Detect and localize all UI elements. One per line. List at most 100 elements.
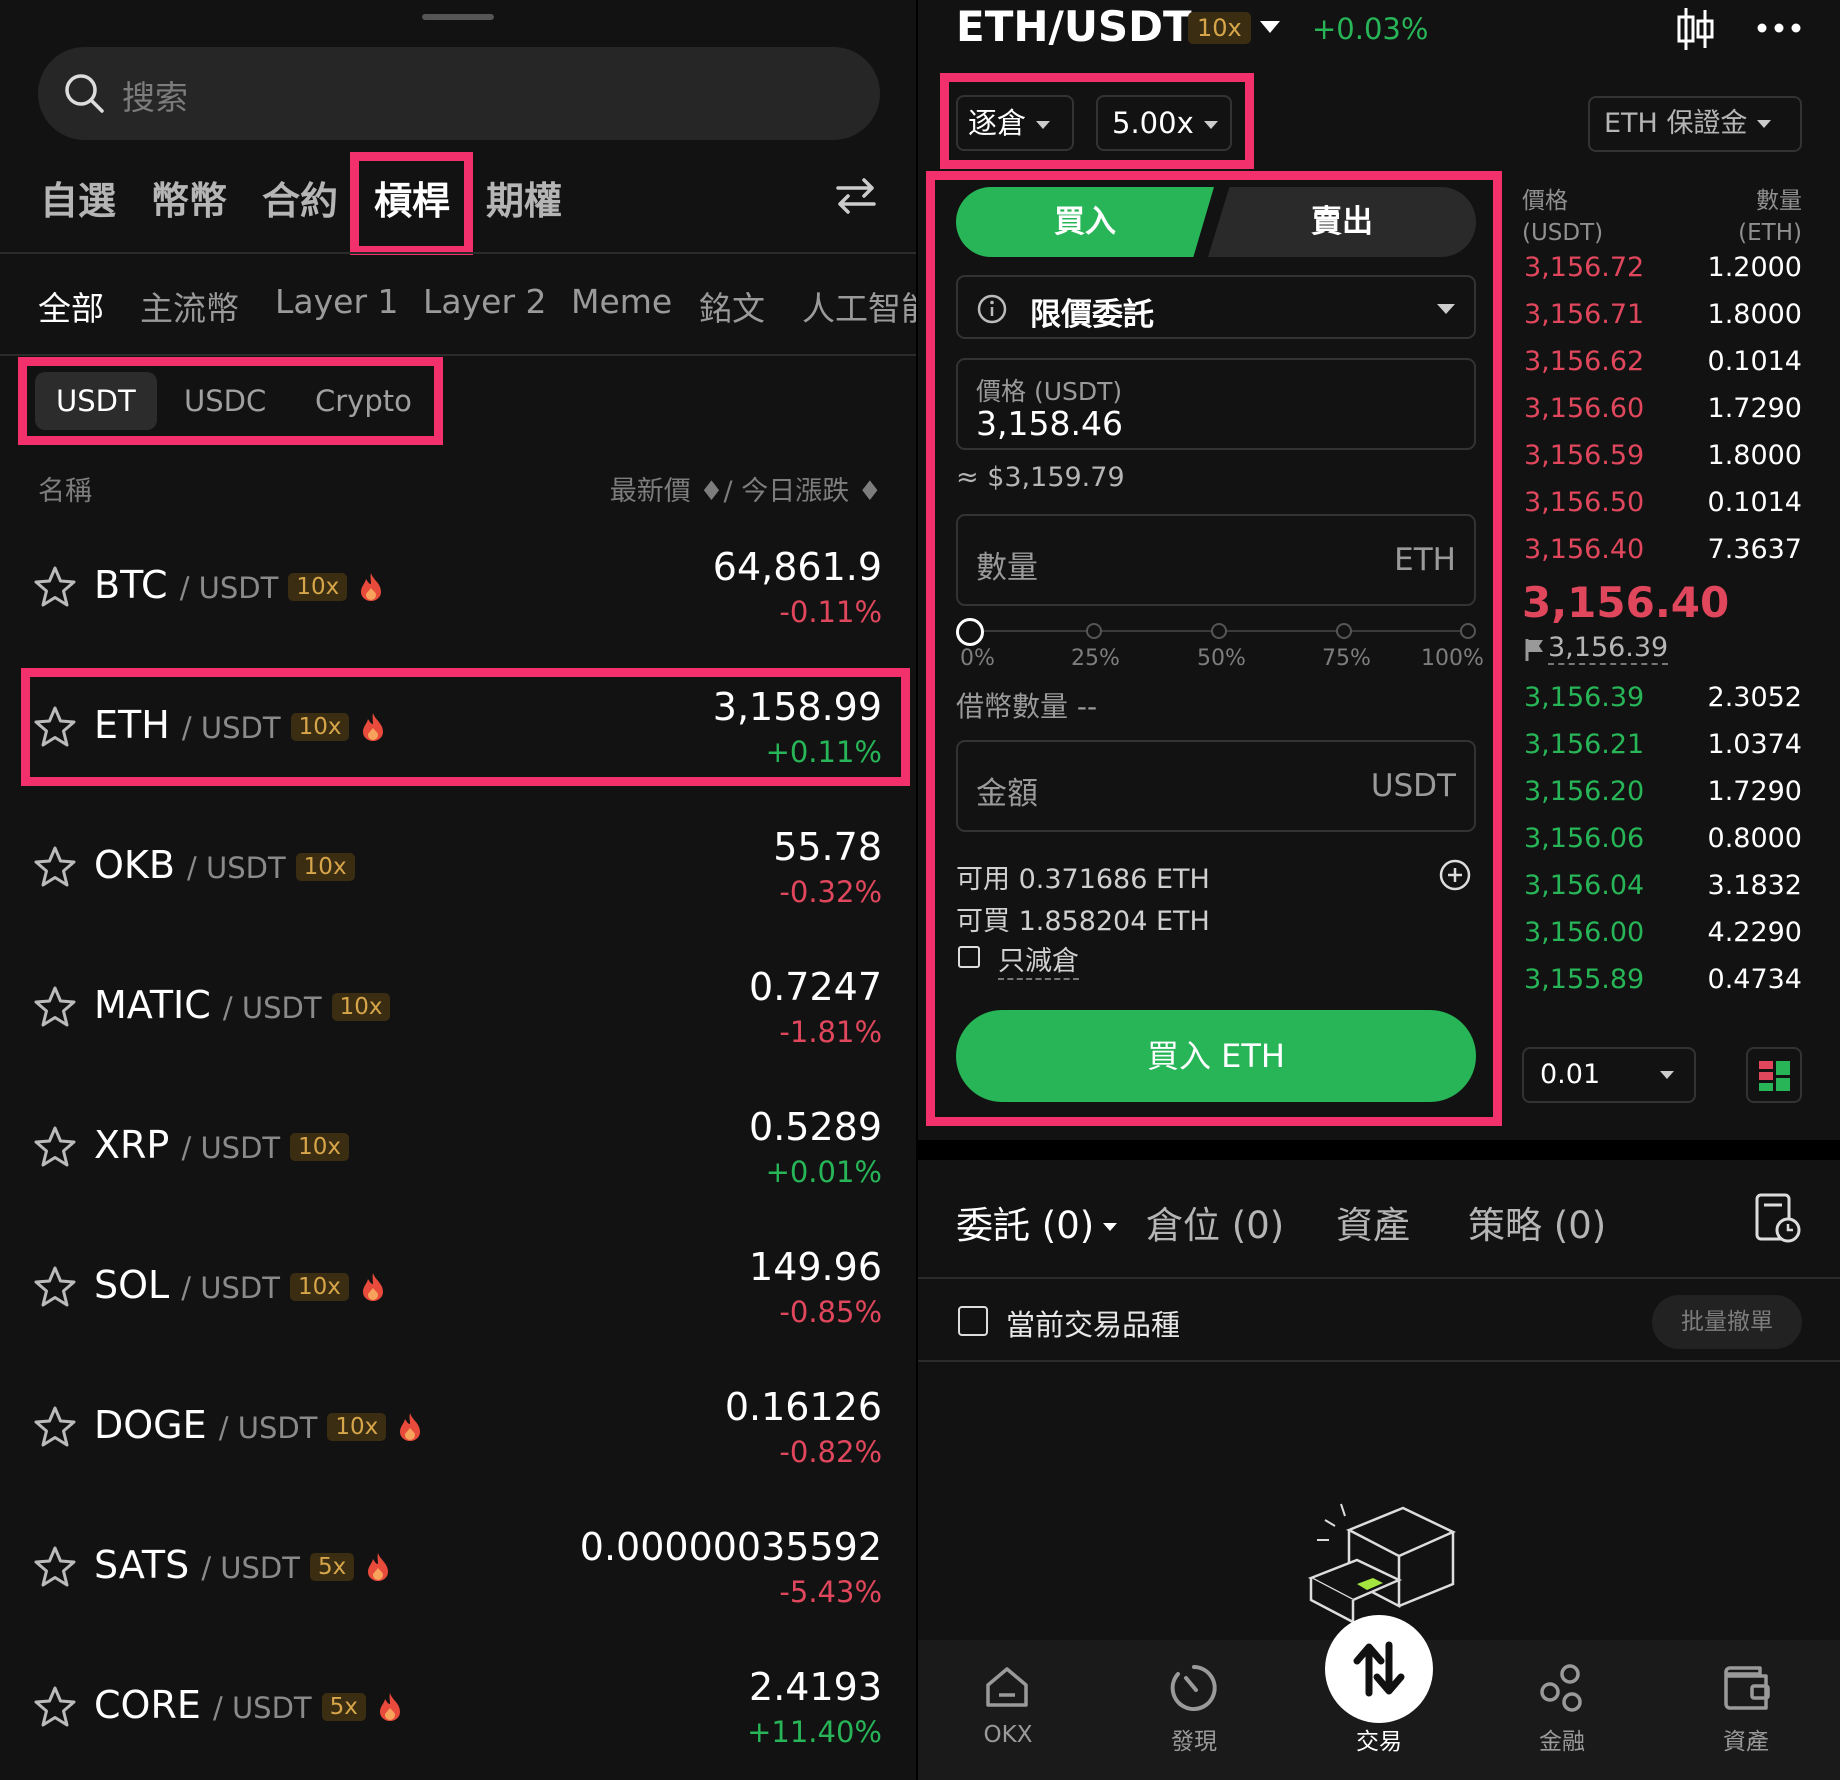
star-icon[interactable]	[32, 845, 78, 893]
nav-trade[interactable]: 交易	[1289, 1722, 1469, 1756]
orderbook-qty[interactable]: 0.8000	[1708, 823, 1802, 854]
last-price: 55.78	[773, 825, 882, 869]
orderbook-qty[interactable]: 0.1014	[1708, 487, 1802, 518]
layout-grid-icon	[1759, 1061, 1790, 1091]
tab-contracts[interactable]: 合約	[262, 170, 338, 225]
tab-watchlist[interactable]: 自選	[40, 170, 116, 225]
orderbook-qty[interactable]: 1.8000	[1708, 299, 1802, 330]
orderbook-qty[interactable]: 4.2290	[1708, 917, 1802, 948]
market-row-xrp[interactable]: XRP / USDT 10x 0.5289 +0.01%	[0, 1085, 916, 1225]
current-pair-checkbox[interactable]	[958, 1306, 988, 1336]
subtab-layer1[interactable]: Layer 1	[275, 282, 399, 321]
orderbook-price[interactable]: 3,156.00	[1524, 917, 1644, 948]
candlestick-chart-icon[interactable]	[1674, 6, 1716, 52]
quote-symbol: / USDT	[218, 1411, 318, 1445]
more-icon[interactable]	[1756, 22, 1802, 34]
orderbook-price[interactable]: 3,156.04	[1524, 870, 1644, 901]
nav-okx[interactable]: OKX	[918, 1722, 1098, 1748]
market-row-sats[interactable]: SATS / USDT 5x 0.00000035592 -5.43%	[0, 1505, 916, 1645]
subtab-layer2[interactable]: Layer 2	[423, 282, 547, 321]
orderbook-qty[interactable]: 1.7290	[1708, 393, 1802, 424]
nav-assets[interactable]: 資產	[1656, 1722, 1836, 1756]
orderbook-qty[interactable]: 7.3637	[1708, 534, 1802, 565]
orderbook-price[interactable]: 3,156.21	[1524, 729, 1644, 760]
star-icon[interactable]	[32, 1545, 78, 1593]
tab-spot[interactable]: 幣幣	[151, 170, 227, 225]
orderbook-qty[interactable]: 0.4734	[1708, 964, 1802, 995]
orderbook-price[interactable]: 3,156.62	[1524, 346, 1644, 377]
orderbook-price[interactable]: 3,155.89	[1524, 964, 1644, 995]
nav-finance[interactable]: 金融	[1472, 1722, 1652, 1756]
base-symbol: CORE	[94, 1683, 201, 1727]
mark-price[interactable]: 3,156.39	[1548, 632, 1669, 665]
orderbook-price[interactable]: 3,156.20	[1524, 776, 1644, 807]
order-history-icon[interactable]	[1754, 1192, 1802, 1244]
orderbook-layout-button[interactable]	[1746, 1047, 1802, 1103]
daily-change: -1.81%	[779, 1015, 882, 1049]
orderbook-price[interactable]: 3,156.59	[1524, 440, 1644, 471]
orderbook-price[interactable]: 3,156.06	[1524, 823, 1644, 854]
orderbook-price[interactable]: 3,156.40	[1524, 534, 1644, 565]
tab-options[interactable]: 期權	[486, 170, 562, 225]
nav-discover[interactable]: 發現	[1104, 1722, 1284, 1756]
star-icon[interactable]	[32, 985, 78, 1033]
orderbook-qty[interactable]: 1.2000	[1708, 252, 1802, 283]
pair-dropdown-icon[interactable]	[1258, 18, 1282, 36]
drag-handle[interactable]	[422, 14, 494, 20]
tab-positions[interactable]: 倉位 (0)	[1146, 1195, 1284, 1249]
orderbook-qty[interactable]: 1.8000	[1708, 440, 1802, 471]
depth-step-select[interactable]: 0.01	[1522, 1047, 1696, 1103]
quote-symbol: / USDT	[181, 1131, 281, 1165]
pair-symbol: SOL / USDT 10x	[94, 1263, 385, 1311]
orderbook-price[interactable]: 3,156.72	[1524, 252, 1644, 283]
subtab-mainstream[interactable]: 主流幣	[140, 282, 239, 330]
home-icon[interactable]	[984, 1665, 1030, 1709]
swap-arrows-icon[interactable]	[834, 174, 878, 218]
orderbook-price[interactable]: 3,156.50	[1524, 487, 1644, 518]
star-icon[interactable]	[32, 1125, 78, 1173]
orderbook-qty[interactable]: 1.7290	[1708, 776, 1802, 807]
orderbook-qty[interactable]: 2.3052	[1708, 682, 1802, 713]
star-icon[interactable]	[32, 1685, 78, 1733]
orderbook-price[interactable]: 3,156.60	[1524, 393, 1644, 424]
finance-icon[interactable]	[1538, 1662, 1586, 1714]
market-row-sol[interactable]: SOL / USDT 10x 149.96 -0.85%	[0, 1225, 916, 1365]
market-row-okb[interactable]: OKB / USDT 10x 55.78 -0.32%	[0, 805, 916, 945]
market-row-core[interactable]: CORE / USDT 5x 2.4193 +11.40%	[0, 1645, 916, 1780]
market-row-doge[interactable]: DOGE / USDT 10x 0.16126 -0.82%	[0, 1365, 916, 1505]
leverage-badge: 10x	[331, 993, 391, 1021]
orderbook-price[interactable]: 3,156.39	[1524, 682, 1644, 713]
orderbook-qty[interactable]: 3.1832	[1708, 870, 1802, 901]
base-symbol: SATS	[94, 1543, 190, 1587]
fire-icon	[359, 567, 383, 611]
subtab-all[interactable]: 全部	[38, 282, 104, 330]
current-pair-label[interactable]: 當前交易品種	[1006, 1302, 1180, 1344]
subtab-meme[interactable]: Meme	[571, 282, 672, 321]
orderbook-qty[interactable]: 1.0374	[1708, 729, 1802, 760]
star-icon[interactable]	[32, 1405, 78, 1453]
tab-orders[interactable]: 委託 (0)	[956, 1195, 1118, 1249]
discover-icon[interactable]	[1168, 1662, 1220, 1714]
tab-strategies[interactable]: 策略 (0)	[1468, 1195, 1606, 1249]
pair-title[interactable]: ETH/USDT	[956, 2, 1192, 51]
daily-change: -0.11%	[779, 595, 882, 629]
column-header-sort[interactable]: 最新價 ♦/ 今日漲跌 ♦	[610, 469, 882, 508]
orderbook-qty[interactable]: 0.1014	[1708, 346, 1802, 377]
orderbook-price[interactable]: 3,156.71	[1524, 299, 1644, 330]
wallet-icon[interactable]	[1720, 1664, 1772, 1712]
leverage-badge: 5x	[309, 1553, 355, 1581]
search-bar[interactable]: 搜索	[38, 47, 880, 140]
last-price: 64,861.9	[712, 545, 882, 589]
market-row-matic[interactable]: MATIC / USDT 10x 0.7247 -1.81%	[0, 945, 916, 1085]
market-row-btc[interactable]: BTC / USDT 10x 64,861.9 -0.11%	[0, 525, 916, 665]
base-symbol: MATIC	[94, 983, 211, 1027]
star-icon[interactable]	[32, 1265, 78, 1313]
subtab-ai[interactable]: 人工智能	[802, 282, 916, 330]
subtab-inscriptions[interactable]: 銘文	[699, 282, 765, 330]
trade-nav-button[interactable]	[1325, 1615, 1433, 1723]
margin-asset-select[interactable]: ETH 保證金	[1588, 96, 1802, 152]
last-price: 149.96	[749, 1245, 882, 1289]
batch-cancel-button[interactable]: 批量撤單	[1652, 1295, 1802, 1349]
tab-assets[interactable]: 資產	[1336, 1195, 1410, 1249]
star-icon[interactable]	[32, 565, 78, 613]
